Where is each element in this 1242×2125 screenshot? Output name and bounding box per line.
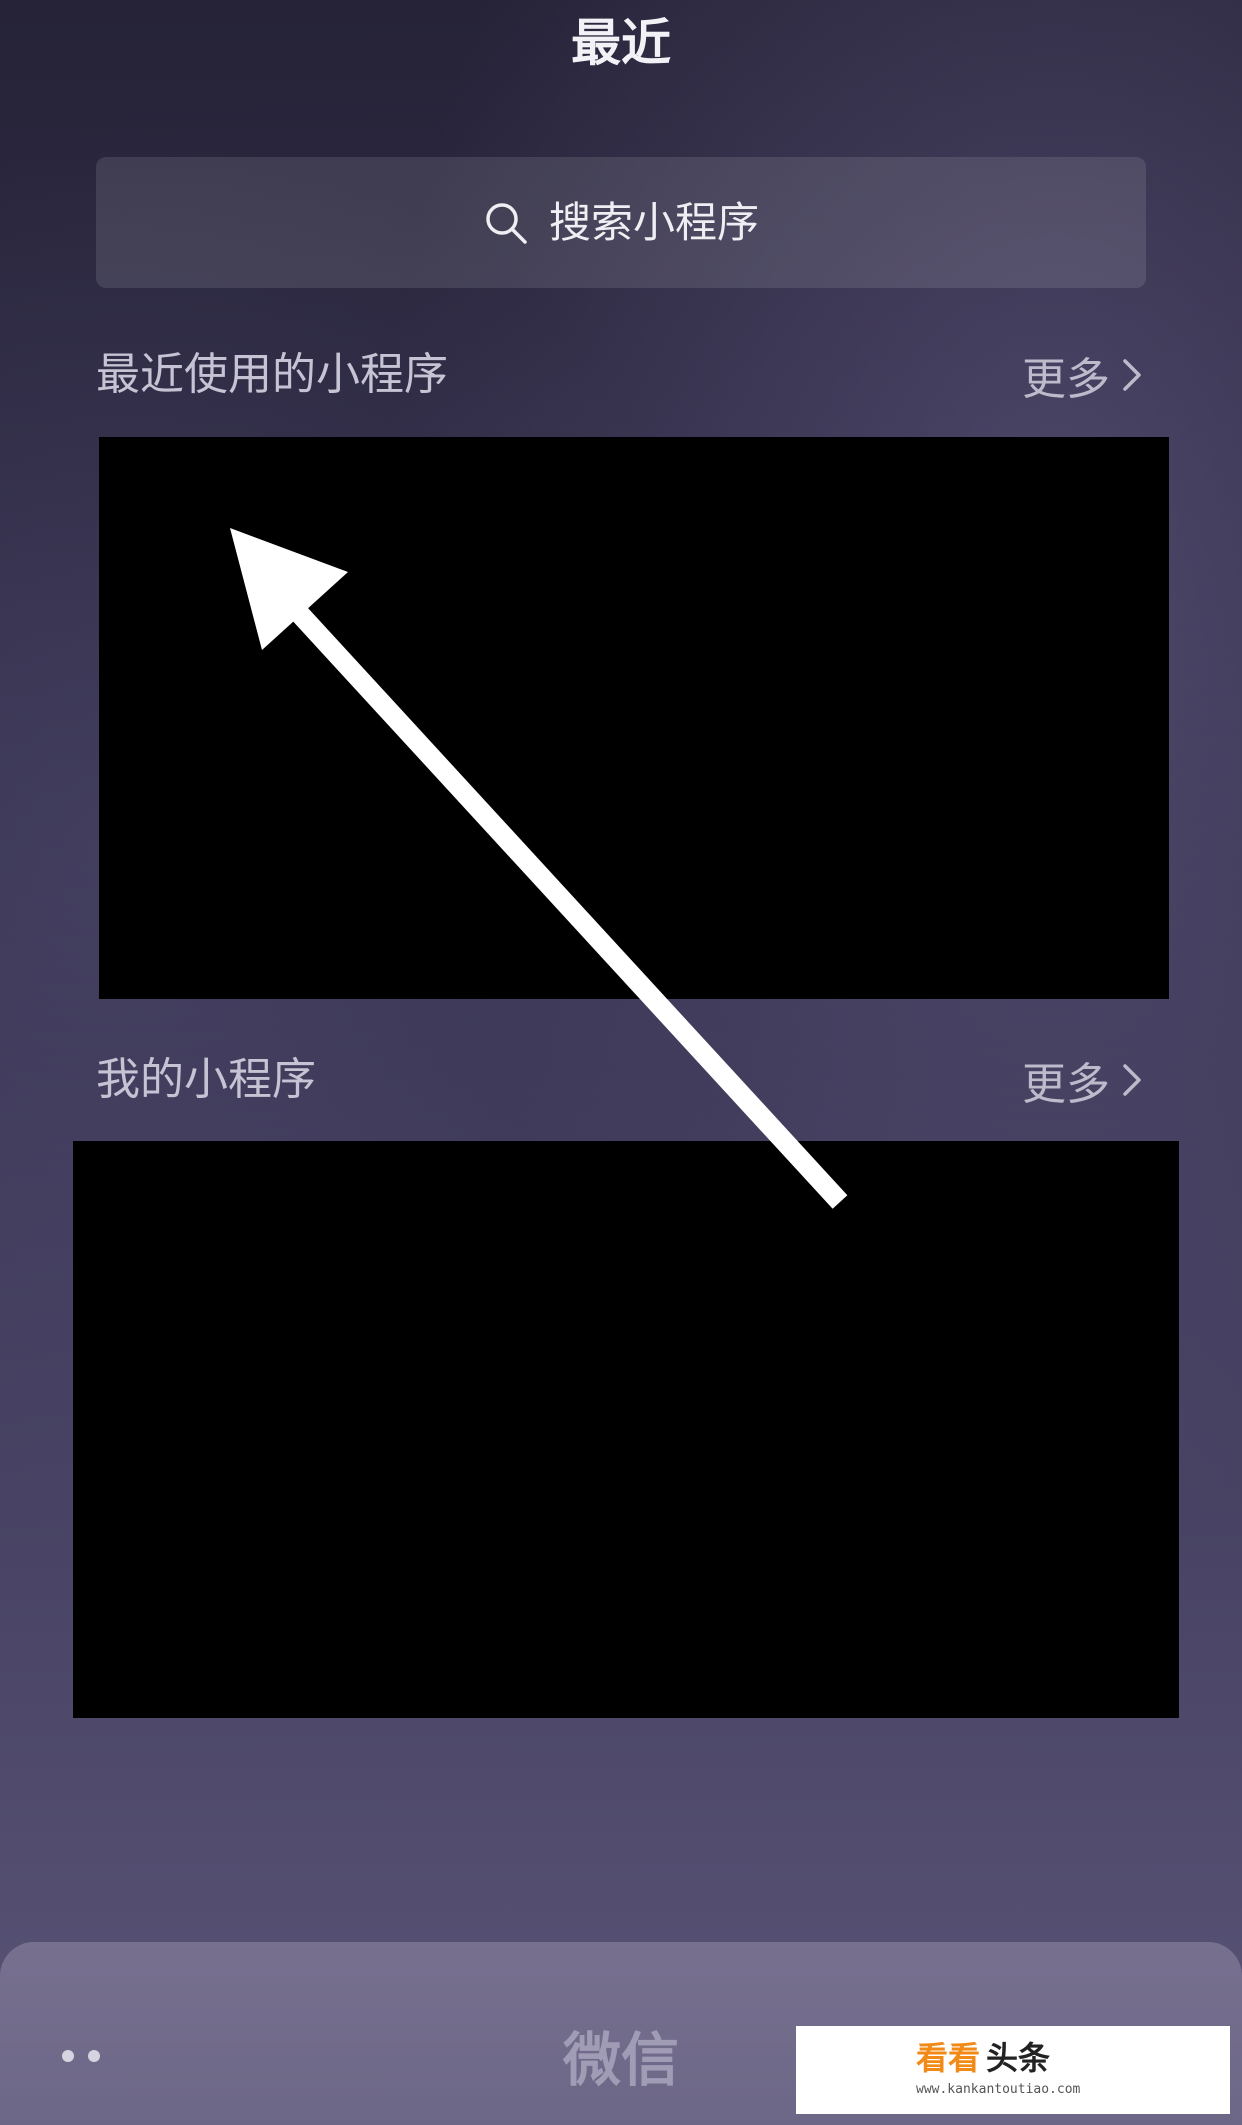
- watermark-brand: 看看 头条: [916, 2038, 1050, 2078]
- dock-label: 微信: [562, 2026, 679, 2094]
- dot: [88, 2050, 100, 2062]
- more-label: 更多: [1022, 354, 1110, 405]
- watermark: 看看 头条 www.kankantoutiao.com: [796, 2026, 1230, 2114]
- more-label: 更多: [1022, 1059, 1110, 1110]
- chevron-right-icon: [1123, 1064, 1141, 1096]
- my-mini-programs-header: 我的小程序 更多: [96, 1045, 1146, 1115]
- chevron-right-icon: [1123, 359, 1141, 391]
- search-bar[interactable]: 搜索小程序: [96, 157, 1146, 288]
- search-icon: [486, 202, 527, 244]
- dot: [62, 2050, 74, 2062]
- watermark-brand-b: 头条: [986, 2039, 1051, 2077]
- recent-mini-programs-header: 最近使用的小程序 更多: [96, 340, 1146, 410]
- watermark-brand-a: 看看: [916, 2039, 981, 2077]
- redacted-my-list: [73, 1141, 1179, 1718]
- more-button-recent[interactable]: 更多: [1022, 343, 1146, 407]
- section-title-recent: 最近使用的小程序: [96, 349, 448, 400]
- page-dots-icon[interactable]: [62, 2050, 100, 2062]
- section-title-mine: 我的小程序: [96, 1054, 316, 1105]
- redacted-recent-list: [99, 437, 1169, 999]
- watermark-url: www.kankantoutiao.com: [916, 2082, 1081, 2097]
- more-button-mine[interactable]: 更多: [1022, 1048, 1146, 1112]
- search-placeholder: 搜索小程序: [548, 197, 759, 247]
- page-title: 最近: [571, 14, 671, 72]
